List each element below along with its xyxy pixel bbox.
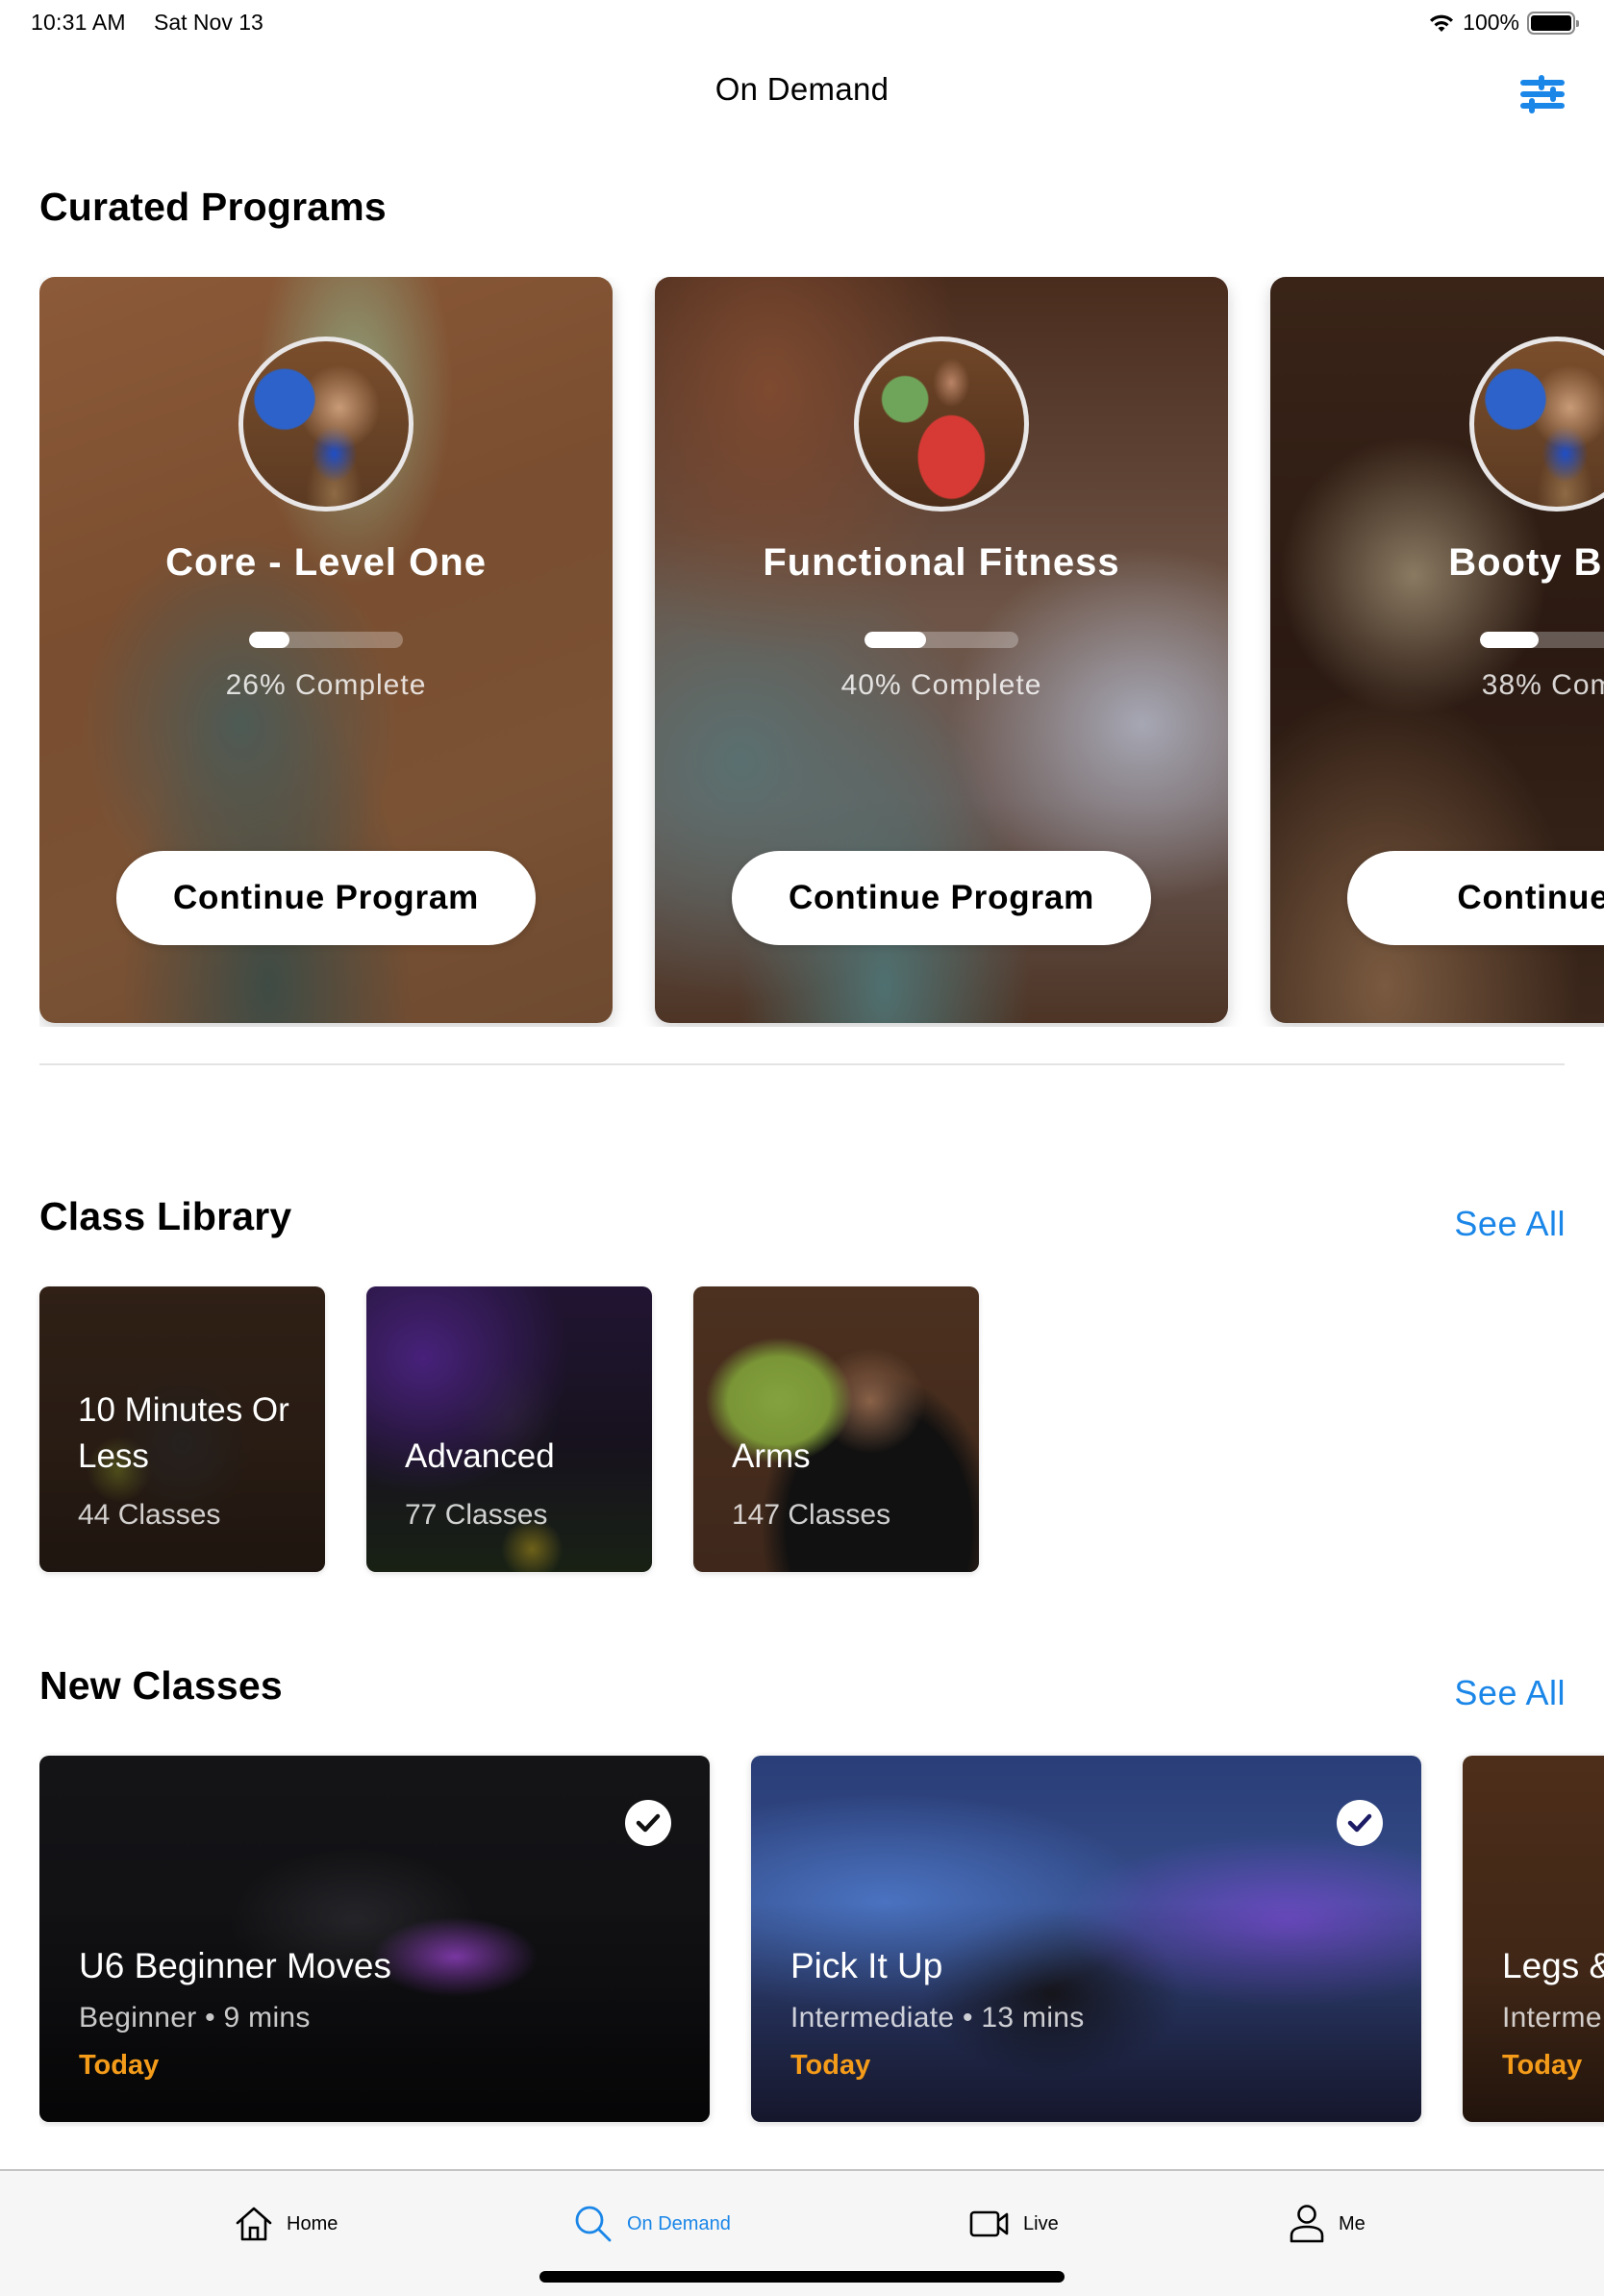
- library-category-card[interactable]: Advanced 77 Classes: [366, 1286, 652, 1572]
- progress-fill: [1480, 632, 1539, 648]
- tab-label: Live: [1023, 2212, 1059, 2234]
- home-indicator[interactable]: [539, 2271, 1065, 2283]
- class-title: Legs &: [1502, 1946, 1604, 1985]
- battery-icon: [1527, 11, 1579, 35]
- class-card[interactable]: U6 Beginner Moves Beginner • 9 mins Toda…: [39, 1756, 710, 2122]
- instructor-avatar: [238, 337, 414, 512]
- curated-programs-heading: Curated Programs: [39, 185, 387, 229]
- section-divider: [39, 1063, 1565, 1065]
- wifi-icon: [1430, 14, 1454, 32]
- status-date: Sat Nov 13: [154, 10, 263, 35]
- program-title: Booty Boot: [1448, 541, 1604, 584]
- class-library-heading: Class Library: [39, 1194, 292, 1238]
- class-title: Pick It Up: [790, 1946, 943, 1985]
- progress-bar: [865, 632, 1018, 648]
- completed-check-icon: [625, 1800, 671, 1846]
- library-category-card[interactable]: Arms 147 Classes: [693, 1286, 979, 1572]
- tab-label: On Demand: [627, 2212, 731, 2234]
- completed-check-icon: [1337, 1800, 1383, 1846]
- progress-bar: [249, 632, 403, 648]
- class-date: Today: [1502, 2050, 1583, 2081]
- sliders-icon: [1520, 75, 1565, 113]
- progress-bar: [1480, 632, 1604, 648]
- new-classes-heading: New Classes: [39, 1663, 283, 1708]
- program-title: Functional Fitness: [763, 541, 1120, 584]
- category-class-count: 44 Classes: [78, 1499, 221, 1531]
- program-card[interactable]: Core - Level One 26% Complete Continue P…: [39, 277, 613, 1023]
- class-meta: Beginner • 9 mins: [79, 2002, 311, 2034]
- status-bar: 10:31 AM Sat Nov 13 100%: [0, 0, 1604, 44]
- library-category-card[interactable]: 10 Minutes Or Less 44 Classes: [39, 1286, 325, 1572]
- curated-programs-carousel[interactable]: Core - Level One 26% Complete Continue P…: [39, 277, 1604, 1027]
- class-card[interactable]: Legs & Interme Today: [1463, 1756, 1604, 2122]
- tab-on-demand[interactable]: On Demand: [573, 2200, 731, 2248]
- program-card[interactable]: Booty Boot 38% Comp Continue Pr: [1270, 277, 1604, 1023]
- person-icon: [1290, 2205, 1324, 2243]
- tab-home[interactable]: Home: [235, 2200, 338, 2248]
- continue-program-button[interactable]: Continue Pr: [1347, 851, 1604, 945]
- category-title: 10 Minutes Or Less: [78, 1391, 289, 1475]
- progress-label: 26% Complete: [225, 669, 427, 701]
- tab-me[interactable]: Me: [1289, 2200, 1366, 2248]
- tab-live[interactable]: Live: [969, 2200, 1059, 2248]
- continue-program-button[interactable]: Continue Program: [732, 851, 1151, 945]
- class-meta: Interme: [1502, 2002, 1602, 2034]
- video-camera-icon: [969, 2210, 1009, 2237]
- battery-percentage: 100%: [1463, 10, 1519, 35]
- category-title: Advanced: [405, 1437, 555, 1475]
- tab-label: Home: [287, 2212, 338, 2234]
- progress-label: 40% Complete: [840, 669, 1042, 701]
- class-title: U6 Beginner Moves: [79, 1946, 391, 1985]
- status-time: 10:31 AM: [31, 10, 126, 35]
- filter-button[interactable]: [1519, 71, 1566, 117]
- new-classes-see-all-link[interactable]: See All: [1454, 1673, 1566, 1713]
- class-meta: Intermediate • 13 mins: [790, 2002, 1085, 2034]
- category-class-count: 77 Classes: [405, 1499, 548, 1531]
- category-title: Arms: [732, 1437, 811, 1475]
- progress-fill: [249, 632, 289, 648]
- status-indicators: 100%: [1428, 10, 1579, 36]
- new-classes-carousel[interactable]: U6 Beginner Moves Beginner • 9 mins Toda…: [39, 1752, 1604, 2127]
- class-library-see-all-link[interactable]: See All: [1454, 1204, 1566, 1244]
- progress-label: 38% Comp: [1481, 669, 1604, 701]
- program-card[interactable]: Functional Fitness 40% Complete Continue…: [655, 277, 1228, 1023]
- class-card[interactable]: Pick It Up Intermediate • 13 mins Today: [751, 1756, 1421, 2122]
- progress-fill: [865, 632, 926, 648]
- page-title: On Demand: [714, 71, 890, 107]
- search-icon: [575, 2206, 612, 2242]
- tab-label: Me: [1339, 2212, 1366, 2234]
- home-icon: [236, 2207, 272, 2241]
- program-title: Core - Level One: [165, 541, 487, 584]
- continue-program-button[interactable]: Continue Program: [116, 851, 536, 945]
- class-date: Today: [790, 2050, 871, 2081]
- instructor-avatar: [854, 337, 1029, 512]
- category-class-count: 147 Classes: [732, 1499, 891, 1531]
- class-date: Today: [79, 2050, 160, 2081]
